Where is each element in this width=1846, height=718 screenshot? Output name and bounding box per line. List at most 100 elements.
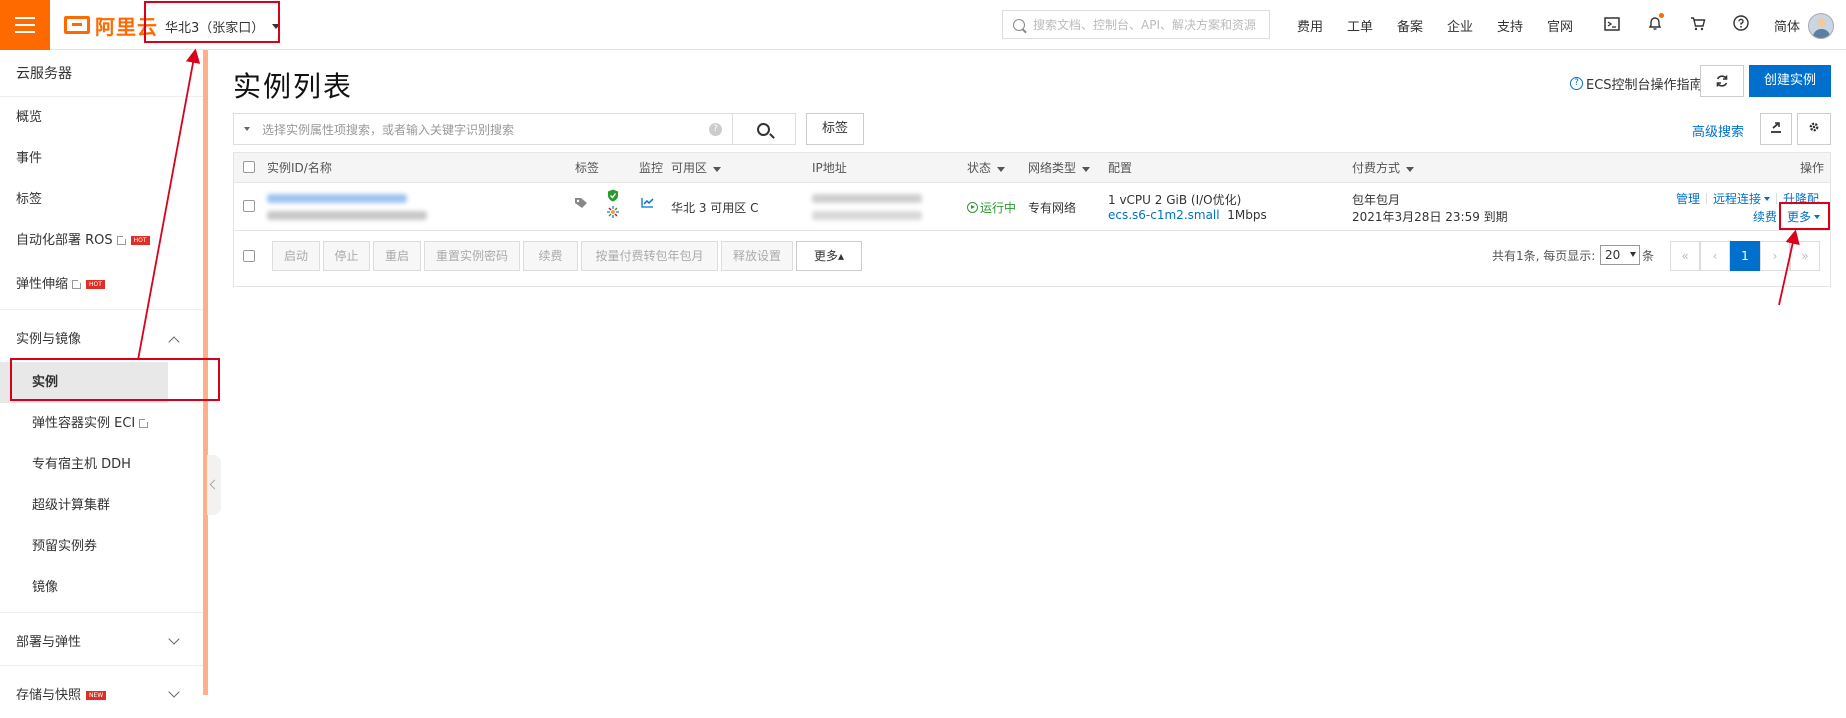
nav-link-official-site[interactable]: 官网 — [1535, 16, 1585, 35]
manage-link[interactable]: 管理 — [1676, 192, 1700, 206]
footer-select-all-checkbox[interactable] — [243, 250, 255, 262]
more-batch-actions-button[interactable]: 更多▴ — [796, 241, 862, 271]
monitor-chart-icon[interactable] — [641, 197, 654, 211]
column-header-network[interactable]: 网络类型 — [1028, 153, 1091, 183]
top-nav-links: 费用 工单 备案 企业 支持 官网 — [1285, 0, 1585, 50]
user-avatar[interactable] — [1808, 13, 1834, 39]
nav-link-enterprise[interactable]: 企业 — [1435, 16, 1485, 35]
advanced-search-link[interactable]: 高级搜索 — [1692, 121, 1744, 140]
help-icon[interactable] — [1719, 15, 1762, 35]
language-switch[interactable]: 简体 — [1762, 16, 1812, 35]
next-page-button[interactable]: › — [1760, 241, 1790, 271]
select-all-checkbox[interactable] — [243, 161, 255, 173]
instance-search-input[interactable]: 选择实例属性项搜索，或者输入关键字识别搜索 ? — [233, 113, 733, 145]
column-header-ip: IP地址 — [812, 161, 847, 175]
remote-connect-link[interactable]: 远程连接 — [1713, 192, 1771, 206]
sidebar-title: 云服务器 — [0, 51, 206, 97]
sidebar-item-label: 预留实例券 — [32, 539, 98, 554]
sidebar-item-overview[interactable]: 概览 — [0, 97, 206, 138]
nav-link-icp[interactable]: 备案 — [1385, 16, 1435, 35]
prev-page-button[interactable]: ‹ — [1700, 241, 1730, 271]
new-badge: NEW — [86, 691, 107, 700]
hamburger-menu-icon[interactable] — [0, 0, 50, 50]
restart-button[interactable]: 重启 — [373, 241, 421, 271]
sidebar-item-events[interactable]: 事件 — [0, 138, 206, 179]
ecs-guide-link[interactable]: ? ECS控制台操作指南 — [1570, 74, 1703, 93]
reset-password-button[interactable]: 重置实例密码 — [424, 241, 520, 271]
notification-dot — [1659, 13, 1664, 18]
chevron-up-icon — [168, 336, 180, 348]
page-size-select[interactable]: 20 — [1600, 245, 1640, 265]
sidebar-item-label: 专有宿主机 DDH — [32, 457, 131, 472]
search-help-icon[interactable]: ? — [709, 123, 722, 136]
search-icon — [1013, 18, 1025, 31]
nav-link-tickets[interactable]: 工单 — [1335, 16, 1385, 35]
hot-badge: HOT — [86, 280, 105, 289]
release-settings-button[interactable]: 释放设置 — [721, 241, 793, 271]
bandwidth-value: 1Mbps — [1227, 208, 1267, 222]
sidebar-item-eci[interactable]: 弹性容器实例 ECI — [0, 403, 206, 444]
status-label: 运行中 — [980, 201, 1017, 215]
first-page-button[interactable]: « — [1670, 241, 1700, 271]
chevron-down-icon — [997, 167, 1006, 172]
column-header-id: 实例ID/名称 — [267, 161, 332, 175]
running-icon — [967, 202, 978, 213]
export-button[interactable] — [1760, 113, 1792, 145]
expiry-date-text: 2021年3月28日 23:59 到期 — [1352, 210, 1508, 224]
sidebar-group-storage[interactable]: 存储与快照 NEW — [0, 674, 206, 718]
column-header-tag: 标签 — [575, 161, 600, 175]
sidebar-item-ros[interactable]: 自动化部署 ROS HOT — [0, 220, 206, 261]
sidebar-item-super-computing[interactable]: 超级计算集群 — [0, 485, 206, 526]
tag-filter-button[interactable]: 标签 — [806, 113, 864, 145]
create-instance-button[interactable]: 创建实例 — [1749, 65, 1831, 97]
sidebar-collapse-handle[interactable] — [207, 455, 221, 515]
public-ip-text — [812, 194, 922, 203]
start-button[interactable]: 启动 — [272, 241, 320, 271]
sidebar-item-label: 镜像 — [32, 580, 59, 595]
logo-mark-icon — [64, 16, 90, 34]
sidebar-item-autoscaling[interactable]: 弹性伸缩 HOT — [0, 261, 206, 309]
settings-button[interactable] — [1797, 113, 1831, 145]
terminal-icon[interactable] — [1590, 16, 1633, 35]
hot-badge: HOT — [130, 236, 150, 245]
convert-billing-button[interactable]: 按量付费转包年包月 — [581, 241, 718, 271]
renew-button[interactable]: 续费 — [523, 241, 578, 271]
sidebar-item-tags[interactable]: 标签 — [0, 179, 206, 220]
global-search-input[interactable]: 搜索文档、控制台、API、解决方案和资源 — [1002, 10, 1270, 39]
sidebar-item-reserved-instances[interactable]: 预留实例券 — [0, 526, 206, 567]
instance-type-link[interactable]: ecs.s6-c1m2.small — [1108, 208, 1220, 222]
current-page-button[interactable]: 1 — [1730, 241, 1760, 271]
gear-icon — [1809, 122, 1819, 132]
network-type-value: 专有网络 — [1028, 201, 1077, 215]
instance-id-link[interactable] — [267, 194, 407, 203]
sidebar-item-label: 弹性伸缩 — [16, 277, 69, 292]
stop-button[interactable]: 停止 — [323, 241, 370, 271]
instance-name-text — [267, 211, 427, 220]
last-page-button[interactable]: » — [1790, 241, 1820, 271]
sidebar-item-images[interactable]: 镜像 — [0, 567, 206, 608]
column-header-zone[interactable]: 可用区 — [671, 153, 722, 183]
nav-link-support[interactable]: 支持 — [1485, 16, 1535, 35]
column-header-config: 配置 — [1108, 161, 1133, 175]
sidebar-item-label: 事件 — [16, 151, 43, 166]
sidebar-group-instances-images[interactable]: 实例与镜像 — [0, 318, 206, 362]
column-header-label: 可用区 — [671, 161, 708, 175]
cart-icon[interactable] — [1676, 16, 1719, 35]
column-header-billing[interactable]: 付费方式 — [1352, 153, 1415, 183]
guide-label: ECS控制台操作指南 — [1586, 78, 1703, 93]
nav-link-fees[interactable]: 费用 — [1285, 16, 1335, 35]
renew-link[interactable]: 续费 — [1753, 208, 1777, 225]
tag-icon[interactable] — [574, 197, 588, 212]
refresh-button[interactable] — [1700, 65, 1744, 97]
external-link-icon — [72, 279, 83, 289]
sidebar-divider — [0, 612, 206, 613]
row-checkbox[interactable] — [243, 200, 255, 212]
search-button[interactable] — [733, 113, 796, 145]
instance-search-placeholder: 选择实例属性项搜索，或者输入关键字识别搜索 — [262, 122, 515, 137]
filter-dropdown-icon[interactable] — [244, 127, 250, 131]
column-header-status[interactable]: 状态 — [967, 153, 1006, 183]
chevron-down-icon — [1406, 167, 1415, 172]
sidebar-item-ddh[interactable]: 专有宿主机 DDH — [0, 444, 206, 485]
bell-icon[interactable] — [1633, 13, 1676, 35]
sidebar-group-deployment[interactable]: 部署与弹性 — [0, 621, 206, 665]
